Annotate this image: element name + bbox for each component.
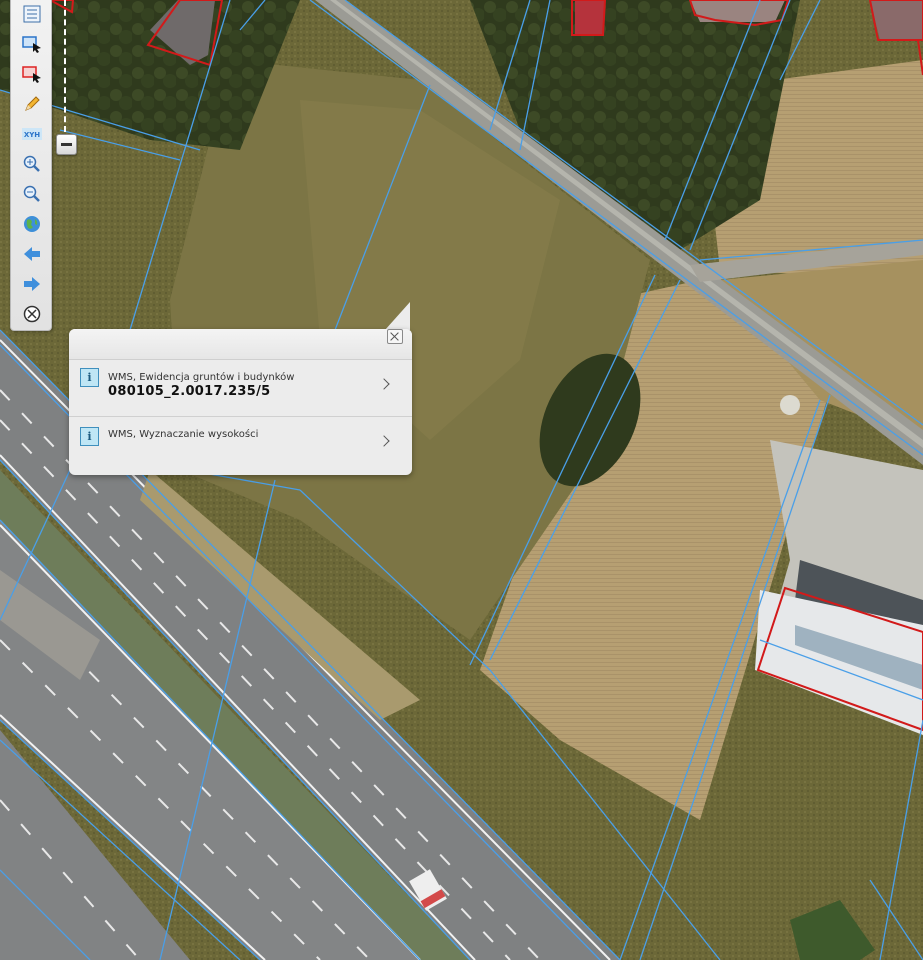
parcel-id-value: 080105_2.0017.235/5 <box>108 384 271 399</box>
chevron-right-icon[interactable] <box>378 435 390 447</box>
close-icon[interactable] <box>387 329 403 344</box>
info-icon: i <box>80 427 99 446</box>
popup-header <box>69 329 412 360</box>
result-service-label: WMS, Ewidencja gruntów i budynków <box>108 372 295 383</box>
info-icon: i <box>80 368 99 387</box>
xyh-coordinates-icon[interactable]: XYH <box>21 123 43 145</box>
feature-info-popup: i WMS, Ewidencja gruntów i budynków 0801… <box>69 329 412 475</box>
orthophoto <box>0 0 923 960</box>
edit-pencil-icon[interactable] <box>21 93 43 115</box>
back-arrow-icon[interactable] <box>21 243 43 265</box>
result-row-height[interactable]: i WMS, Wyznaczanie wysokości <box>69 417 412 473</box>
popup-pointer <box>385 302 410 330</box>
zoom-out-button[interactable] <box>56 134 77 155</box>
globe-full-extent-icon[interactable] <box>21 213 43 235</box>
map-canvas[interactable] <box>0 0 923 960</box>
svg-text:XYH: XYH <box>24 131 40 139</box>
select-area-blue-icon[interactable] <box>21 33 43 55</box>
result-service-label: WMS, Wyznaczanie wysokości <box>108 429 259 440</box>
map-toolbar: XYH <box>10 0 52 331</box>
clear-icon[interactable] <box>21 303 43 325</box>
forward-arrow-icon[interactable] <box>21 273 43 295</box>
zoom-out-icon[interactable] <box>21 183 43 205</box>
zoom-slider-track[interactable] <box>64 0 70 132</box>
select-area-red-icon[interactable] <box>21 63 43 85</box>
zoom-in-icon[interactable] <box>21 153 43 175</box>
result-row-parcel[interactable]: i WMS, Ewidencja gruntów i budynków 0801… <box>69 360 412 417</box>
chevron-right-icon[interactable] <box>378 378 390 390</box>
layers-list-icon[interactable] <box>21 3 43 25</box>
